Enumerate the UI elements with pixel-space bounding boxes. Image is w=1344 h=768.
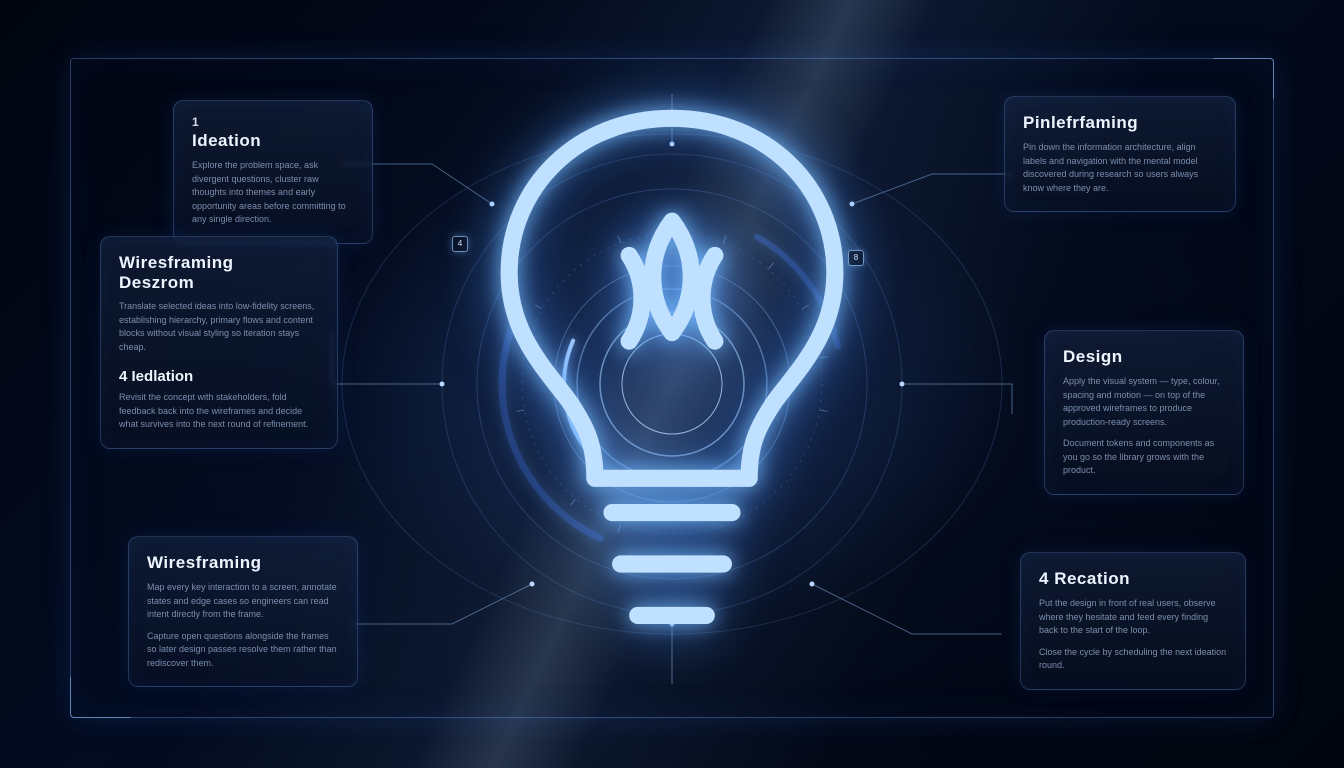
card-body-2: Document tokens and components as you go… xyxy=(1063,437,1225,478)
card-title: 4 Recation xyxy=(1039,569,1227,589)
card-recation: 4 Recation Put the design in front of re… xyxy=(1020,552,1246,690)
card-design: Design Apply the visual system — type, c… xyxy=(1044,330,1244,495)
card-body: Translate selected ideas into low-fideli… xyxy=(119,300,319,354)
card-title: Pinlefrfaming xyxy=(1023,113,1217,133)
card-pinleframing: Pinlefrfaming Pin down the information a… xyxy=(1004,96,1236,212)
card-number: 1 xyxy=(192,115,354,129)
card-wireframing: Wiresframing Map every key interaction t… xyxy=(128,536,358,687)
card-body-2: Close the cycle by scheduling the next i… xyxy=(1039,646,1227,673)
card-title: Wiresframing Deszrom xyxy=(119,253,319,292)
card-wireframing-design: Wiresframing Deszrom Translate selected … xyxy=(100,236,338,449)
card-body: Map every key interaction to a screen, a… xyxy=(147,581,339,622)
card-body: Apply the visual system — type, colour, … xyxy=(1063,375,1225,429)
card-title: Design xyxy=(1063,347,1225,367)
card-body: Explore the problem space, ask divergent… xyxy=(192,159,354,227)
card-ideation: 1 Ideation Explore the problem space, as… xyxy=(173,100,373,244)
card-body-2: Capture open questions alongside the fra… xyxy=(147,630,339,671)
card-title: Ideation xyxy=(192,131,354,151)
card-sub: 4 Iedlation Revisit the concept with sta… xyxy=(119,368,319,432)
card-body: Pin down the information architecture, a… xyxy=(1023,141,1217,195)
node-marker-right: 8 xyxy=(848,250,864,266)
card-sub-body: Revisit the concept with stakeholders, f… xyxy=(119,391,319,432)
card-title: Wiresframing xyxy=(147,553,339,573)
card-sub-title: 4 Iedlation xyxy=(119,368,319,385)
card-body: Put the design in front of real users, o… xyxy=(1039,597,1227,638)
node-marker-left: 4 xyxy=(452,236,468,252)
